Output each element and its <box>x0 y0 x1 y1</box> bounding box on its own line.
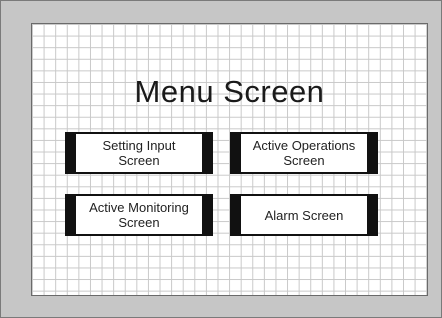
button-left-cap <box>230 194 241 236</box>
screen-title: Menu Screen <box>134 74 325 109</box>
button-right-cap <box>202 194 213 236</box>
button-right-cap <box>367 132 378 174</box>
button-right-cap <box>202 132 213 174</box>
button-left-cap <box>65 194 76 236</box>
button-label: Setting Input Screen <box>102 138 176 168</box>
active-operations-screen-button[interactable]: Active Operations Screen <box>230 132 378 174</box>
menu-screen-panel: Menu Screen Setting Input Screen Active … <box>31 23 428 296</box>
button-left-cap <box>65 132 76 174</box>
setting-input-screen-button[interactable]: Setting Input Screen <box>65 132 213 174</box>
button-label: Active Monitoring Screen <box>89 200 189 230</box>
active-monitoring-screen-button[interactable]: Active Monitoring Screen <box>65 194 213 236</box>
device-bezel: Menu Screen Setting Input Screen Active … <box>0 0 442 318</box>
alarm-screen-button[interactable]: Alarm Screen <box>230 194 378 236</box>
button-right-cap <box>367 194 378 236</box>
button-label: Active Operations Screen <box>252 138 356 168</box>
button-left-cap <box>230 132 241 174</box>
button-label: Alarm Screen <box>264 207 344 223</box>
